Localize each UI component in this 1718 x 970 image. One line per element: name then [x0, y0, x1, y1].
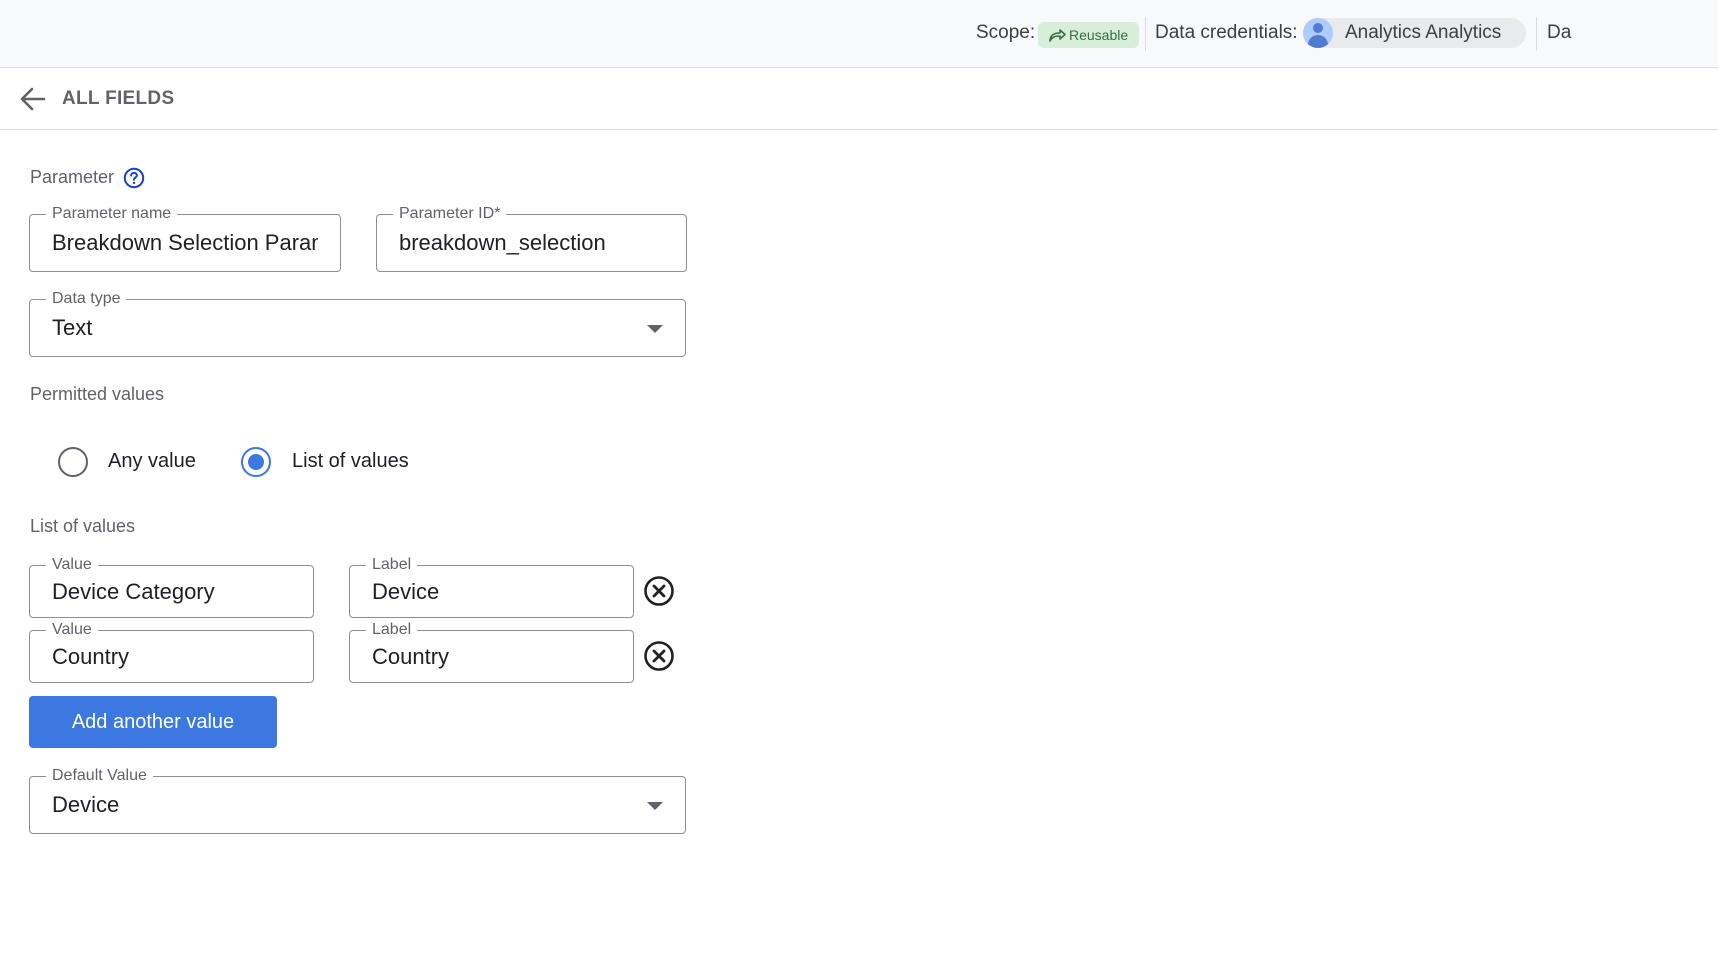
label-text: Device [372, 579, 440, 604]
remove-value-icon[interactable] [643, 575, 675, 607]
data-type-select[interactable]: Data type Text [29, 289, 686, 357]
divider [1536, 17, 1537, 51]
radio-label-list-of-values[interactable]: List of values [292, 450, 409, 473]
avatar [1303, 18, 1333, 48]
parameter-id-field[interactable]: Parameter ID* breakdown_selection [376, 204, 687, 272]
default-value-label: Default Value [46, 766, 153, 786]
help-icon[interactable] [123, 167, 145, 189]
parameter-name-label: Parameter name [46, 204, 178, 224]
scope-label: Scope: [976, 22, 1036, 43]
default-value-text: Device [52, 792, 120, 817]
radio-list-of-values[interactable] [241, 447, 271, 477]
parameter-name-value: Breakdown Selection Parameter [52, 230, 318, 255]
parameter-name-field[interactable]: Parameter name Breakdown Selection Param… [29, 204, 341, 272]
value-field-2[interactable]: Value Country [29, 620, 314, 683]
credentials-name: Analytics Analytics [1345, 22, 1502, 43]
data-type-value: Text [52, 315, 93, 340]
label-label: Label [366, 555, 418, 575]
label-field-1[interactable]: Label Device [349, 555, 634, 618]
value-label: Value [46, 620, 98, 640]
parameter-id-value: breakdown_selection [399, 230, 606, 255]
label-text: Country [372, 644, 450, 669]
section-title-list-of-values: List of values [30, 516, 136, 536]
scope-chip-label: Reusable [1069, 27, 1129, 43]
panel-header: ALL FIELDS [0, 68, 1718, 130]
share-arrow-icon [1049, 29, 1066, 42]
divider [1145, 17, 1146, 51]
data-type-label: Data type [46, 289, 127, 309]
default-value-select[interactable]: Default Value Device [29, 766, 686, 834]
add-another-value-button[interactable]: Add another value [29, 696, 277, 748]
value-text: Country [52, 644, 130, 669]
label-label: Label [366, 620, 418, 640]
label-field-2[interactable]: Label Country [349, 620, 634, 683]
section-title-parameter: Parameter [30, 167, 115, 187]
page-title: ALL FIELDS [62, 88, 175, 109]
value-label: Value [46, 555, 98, 575]
scope-chip[interactable]: Reusable [1038, 22, 1139, 48]
parameter-id-label: Parameter ID* [393, 204, 507, 224]
radio-label-any-value[interactable]: Any value [108, 450, 196, 473]
radio-any-value[interactable] [58, 447, 88, 477]
top-bar: Scope: Reusable Data credentials: Analyt… [0, 0, 1718, 68]
value-field-1[interactable]: Value Device Category [29, 555, 314, 618]
dropdown-arrow-icon [647, 325, 663, 333]
dropdown-arrow-icon [647, 802, 663, 810]
value-text: Device Category [52, 579, 215, 604]
credentials-chip[interactable]: Analytics Analytics [1303, 18, 1526, 48]
section-title-permitted-values: Permitted values [30, 384, 165, 404]
back-arrow-icon[interactable] [18, 84, 48, 114]
credentials-label: Data credentials: [1155, 22, 1298, 43]
remove-value-icon[interactable] [643, 640, 675, 672]
truncated-menu-label[interactable]: Da [1547, 22, 1571, 44]
